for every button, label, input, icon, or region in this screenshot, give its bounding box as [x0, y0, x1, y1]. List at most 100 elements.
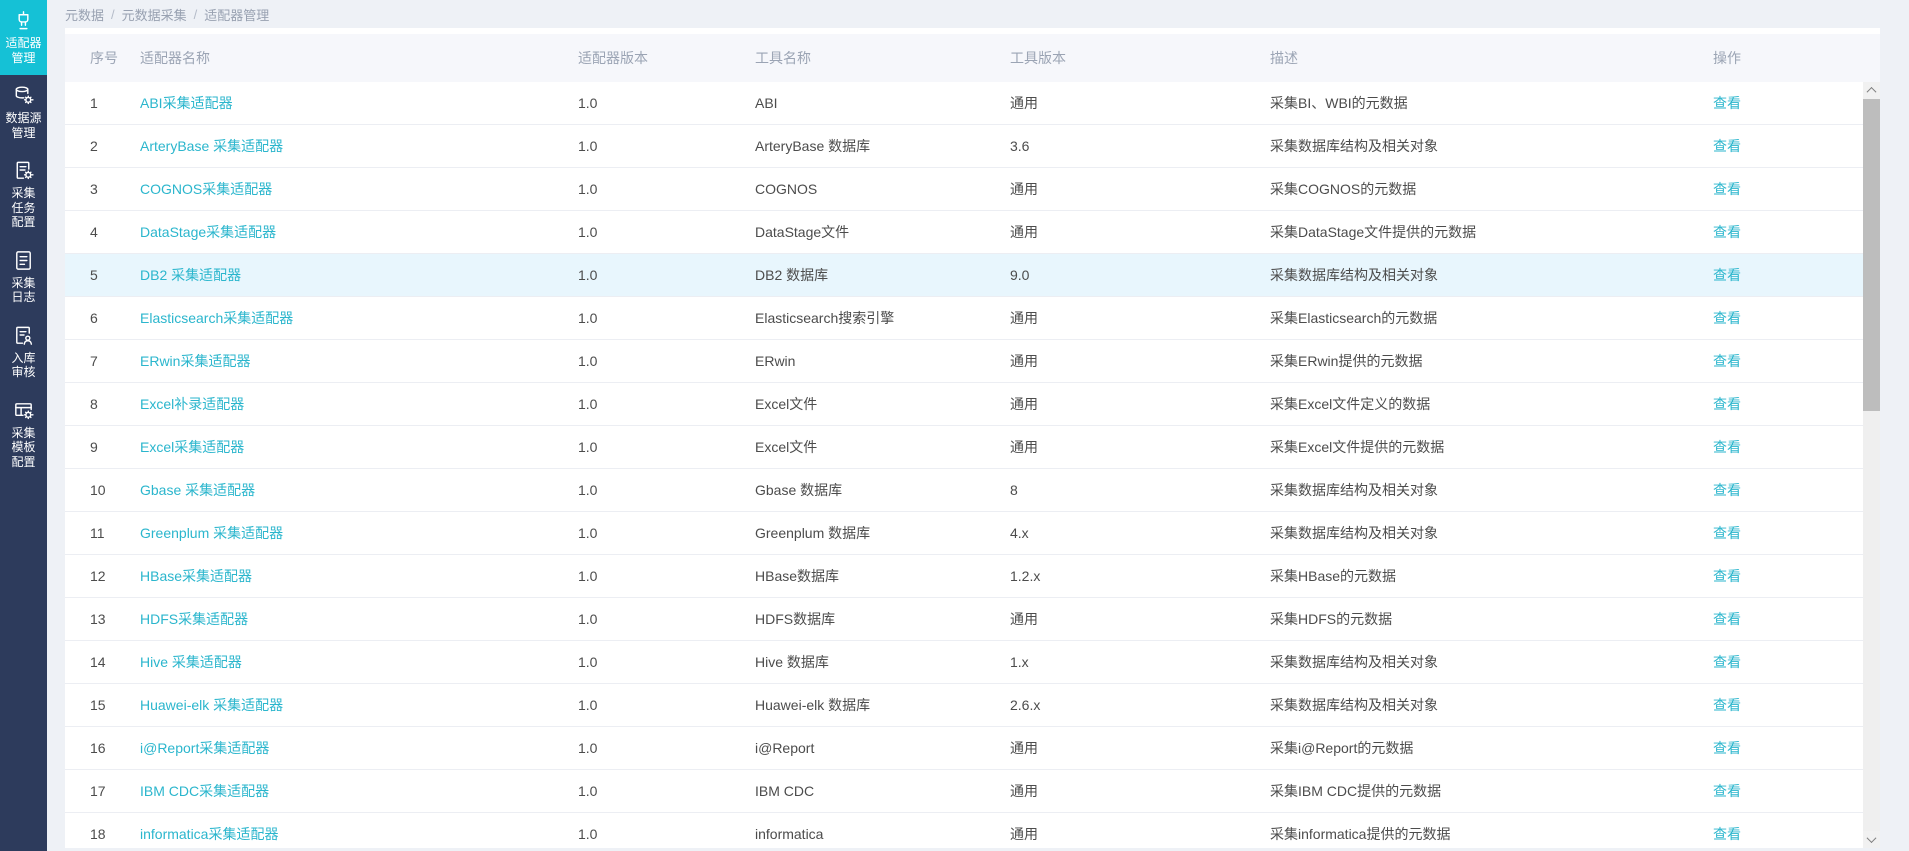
adapter-name-link[interactable]: ERwin采集适配器 — [140, 353, 250, 369]
adapter-name-link[interactable]: ArteryBase 采集适配器 — [140, 138, 283, 154]
view-action-link[interactable]: 查看 — [1713, 396, 1741, 412]
cell-description: 采集HDFS的元数据 — [1270, 609, 1713, 629]
view-action-link[interactable]: 查看 — [1713, 826, 1741, 842]
cell-adapter-name: Elasticsearch采集适配器 — [140, 308, 578, 328]
adapter-name-link[interactable]: Elasticsearch采集适配器 — [140, 310, 293, 326]
cell-tool-version: 通用 — [1010, 738, 1270, 758]
adapter-name-link[interactable]: ABI采集适配器 — [140, 95, 233, 111]
adapter-name-link[interactable]: informatica采集适配器 — [140, 826, 278, 842]
cell-description: 采集informatica提供的元数据 — [1270, 824, 1713, 844]
table-scrollbar[interactable] — [1863, 82, 1880, 848]
view-action-link[interactable]: 查看 — [1713, 568, 1741, 584]
adapter-name-link[interactable]: Excel补录适配器 — [140, 396, 244, 412]
scrollbar-thumb[interactable] — [1863, 99, 1880, 411]
sidebar-item-storage-audit[interactable]: 入库审核 — [0, 315, 47, 390]
cell-adapter-version: 1.0 — [578, 826, 755, 842]
view-action-link[interactable]: 查看 — [1713, 310, 1741, 326]
doc-gear-icon — [12, 159, 35, 182]
table-body: 1 ABI采集适配器 1.0 ABI 通用 采集BI、WBI的元数据 查看 2 … — [65, 82, 1880, 848]
view-action-link[interactable]: 查看 — [1713, 611, 1741, 627]
cell-tool-version: 通用 — [1010, 93, 1270, 113]
column-header: 适配器版本 — [578, 48, 755, 68]
cell-tool-version: 2.6.x — [1010, 697, 1270, 713]
sidebar-item-collection-task-config[interactable]: 采集任务配置 — [0, 150, 47, 240]
cell-adapter-name: DataStage采集适配器 — [140, 222, 578, 242]
breadcrumb-item[interactable]: 元数据采集 — [122, 5, 187, 24]
adapter-name-link[interactable]: Gbase 采集适配器 — [140, 482, 255, 498]
cell-action: 查看 — [1713, 265, 1880, 285]
view-action-link[interactable]: 查看 — [1713, 353, 1741, 369]
view-action-link[interactable]: 查看 — [1713, 654, 1741, 670]
cell-action: 查看 — [1713, 609, 1880, 629]
scrollbar-down-button[interactable] — [1863, 831, 1880, 848]
cell-index: 6 — [90, 310, 140, 326]
cell-action: 查看 — [1713, 93, 1880, 113]
cell-tool-version: 通用 — [1010, 437, 1270, 457]
breadcrumb-separator: / — [194, 7, 198, 22]
cell-tool-version: 1.2.x — [1010, 568, 1270, 584]
cell-tool-version: 通用 — [1010, 308, 1270, 328]
sidebar-item-datasource-management[interactable]: 数据源管理 — [0, 75, 47, 150]
view-action-link[interactable]: 查看 — [1713, 439, 1741, 455]
doc-person-icon — [12, 324, 35, 347]
adapter-name-link[interactable]: HBase采集适配器 — [140, 568, 252, 584]
adapter-name-link[interactable]: DB2 采集适配器 — [140, 267, 241, 283]
adapter-name-link[interactable]: IBM CDC采集适配器 — [140, 783, 269, 799]
scrollbar-up-button[interactable] — [1863, 82, 1880, 99]
cell-description: 采集数据库结构及相关对象 — [1270, 695, 1713, 715]
sidebar-item-label: 采集任务配置 — [11, 186, 35, 230]
cell-adapter-name: Excel补录适配器 — [140, 394, 578, 414]
breadcrumb-item[interactable]: 元数据 — [65, 5, 104, 24]
view-action-link[interactable]: 查看 — [1713, 95, 1741, 111]
table-row: 3 COGNOS采集适配器 1.0 COGNOS 通用 采集COGNOS的元数据… — [65, 168, 1880, 211]
cell-adapter-name: Huawei-elk 采集适配器 — [140, 695, 578, 715]
cell-adapter-version: 1.0 — [578, 697, 755, 713]
cell-adapter-version: 1.0 — [578, 783, 755, 799]
cell-tool-name: i@Report — [755, 740, 1010, 756]
adapter-name-link[interactable]: i@Report采集适配器 — [140, 740, 269, 756]
cell-adapter-version: 1.0 — [578, 611, 755, 627]
cell-index: 2 — [90, 138, 140, 154]
column-header: 工具版本 — [1010, 48, 1270, 68]
cell-description: 采集数据库结构及相关对象 — [1270, 652, 1713, 672]
table-row: 17 IBM CDC采集适配器 1.0 IBM CDC 通用 采集IBM CDC… — [65, 770, 1880, 813]
view-action-link[interactable]: 查看 — [1713, 224, 1741, 240]
sidebar-item-adapter-management[interactable]: 适配器管理 — [0, 0, 47, 75]
table-row: 18 informatica采集适配器 1.0 informatica 通用 采… — [65, 813, 1880, 848]
cell-tool-version: 4.x — [1010, 525, 1270, 541]
cell-tool-version: 1.x — [1010, 654, 1270, 670]
cell-description: 采集数据库结构及相关对象 — [1270, 480, 1713, 500]
cell-tool-name: Elasticsearch搜索引擎 — [755, 308, 1010, 328]
sidebar-item-collection-log[interactable]: 采集日志 — [0, 240, 47, 315]
adapter-name-link[interactable]: Hive 采集适配器 — [140, 654, 242, 670]
sidebar-item-label: 采集日志 — [11, 276, 35, 305]
column-header: 工具名称 — [755, 48, 1010, 68]
cell-index: 4 — [90, 224, 140, 240]
sidebar-item-collection-template-config[interactable]: 采集模板配置 — [0, 390, 47, 480]
cell-adapter-name: i@Report采集适配器 — [140, 738, 578, 758]
adapter-name-link[interactable]: HDFS采集适配器 — [140, 611, 248, 627]
breadcrumb: 元数据/元数据采集/适配器管理 — [47, 0, 1909, 28]
view-action-link[interactable]: 查看 — [1713, 138, 1741, 154]
adapter-name-link[interactable]: DataStage采集适配器 — [140, 224, 276, 240]
view-action-link[interactable]: 查看 — [1713, 525, 1741, 541]
column-header: 适配器名称 — [140, 48, 578, 68]
table-row: 12 HBase采集适配器 1.0 HBase数据库 1.2.x 采集HBase… — [65, 555, 1880, 598]
cell-description: 采集数据库结构及相关对象 — [1270, 136, 1713, 156]
view-action-link[interactable]: 查看 — [1713, 482, 1741, 498]
adapter-name-link[interactable]: Excel采集适配器 — [140, 439, 244, 455]
cell-adapter-version: 1.0 — [578, 482, 755, 498]
view-action-link[interactable]: 查看 — [1713, 267, 1741, 283]
cell-adapter-version: 1.0 — [578, 224, 755, 240]
cell-adapter-version: 1.0 — [578, 396, 755, 412]
adapter-name-link[interactable]: Greenplum 采集适配器 — [140, 525, 283, 541]
view-action-link[interactable]: 查看 — [1713, 697, 1741, 713]
view-action-link[interactable]: 查看 — [1713, 181, 1741, 197]
chevron-up-icon — [1867, 87, 1877, 97]
view-action-link[interactable]: 查看 — [1713, 783, 1741, 799]
view-action-link[interactable]: 查看 — [1713, 740, 1741, 756]
adapter-name-link[interactable]: COGNOS采集适配器 — [140, 181, 272, 197]
cell-adapter-version: 1.0 — [578, 740, 755, 756]
cell-index: 9 — [90, 439, 140, 455]
adapter-name-link[interactable]: Huawei-elk 采集适配器 — [140, 697, 283, 713]
